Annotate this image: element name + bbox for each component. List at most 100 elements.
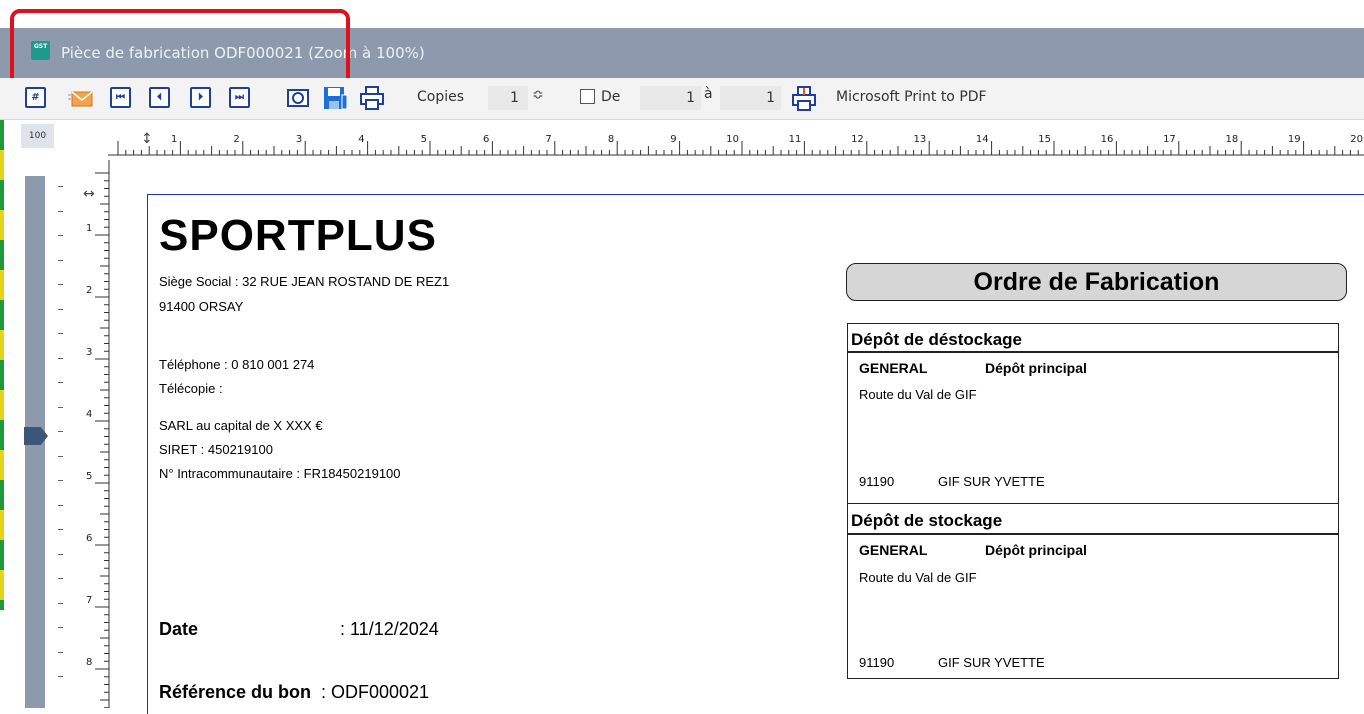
ruler-label-6: 6: [86, 533, 92, 544]
ruler-label-10: 10: [726, 134, 739, 145]
from-input[interactable]: 1: [640, 86, 701, 110]
ruler-label-1: 1: [86, 223, 92, 234]
copies-spinner-icon[interactable]: ≎: [532, 87, 544, 103]
company-name: SPORTPLUS: [159, 211, 437, 260]
from-label: De: [601, 89, 621, 105]
slider-scale-tick: [58, 676, 63, 677]
siret-line: SIRET : 450219100: [159, 442, 273, 457]
vat-line: N° Intracommunautaire : FR18450219100: [159, 466, 401, 481]
printer-settings-icon[interactable]: [791, 86, 817, 112]
to-input[interactable]: 1: [720, 86, 781, 110]
ruler-label-11: 11: [789, 134, 802, 145]
ruler-label-8: 8: [608, 134, 614, 145]
date-value: : 11/12/2024: [340, 619, 439, 639]
slider-scale-tick: [58, 235, 63, 236]
ruler-label-15: 15: [1038, 134, 1051, 145]
ruler-label-20: 20: [1350, 134, 1363, 145]
printer-select[interactable]: Microsoft Print to PDF: [836, 89, 987, 105]
slider-scale-tick: [58, 308, 63, 310]
grid-icon[interactable]: #: [25, 87, 46, 108]
ruler-label-13: 13: [913, 134, 926, 145]
reference-value: : ODF000021: [321, 682, 430, 702]
stock-divider: [847, 533, 1339, 535]
ruler-label-4: 4: [358, 134, 364, 145]
slider-scale-tick: [58, 553, 63, 555]
slider-scale-tick: [58, 627, 63, 628]
ruler-label-1: 1: [171, 134, 177, 145]
ruler-label-7: 7: [545, 134, 551, 145]
stock-street: Route du Val de GIF: [859, 570, 977, 585]
ruler-label-7: 7: [86, 595, 92, 606]
previous-page-icon[interactable]: ⏴: [149, 87, 170, 108]
capital-line: SARL au capital de X XXX €: [159, 418, 323, 433]
range-checkbox[interactable]: [580, 89, 595, 104]
ruler-label-5: 5: [86, 471, 92, 482]
ruler-label-16: 16: [1101, 134, 1114, 145]
ruler-label-5: 5: [421, 134, 427, 145]
ruler-label-2: 2: [86, 285, 92, 296]
fax-line: Télécopie :: [159, 381, 223, 396]
reference-label: Référence du bon: [159, 682, 312, 702]
stock-title: Dépôt de stockage: [851, 511, 1003, 530]
email-icon[interactable]: [68, 89, 94, 108]
city-line: 91400 ORSAY: [159, 299, 244, 314]
slider-scale-tick: [58, 284, 63, 285]
slider-scale-tick: [58, 357, 63, 359]
vertical-ruler: 123456789: [86, 160, 110, 708]
zoom-level[interactable]: 100: [21, 124, 54, 148]
stock-city: GIF SUR YVETTE: [938, 655, 1045, 670]
print-icon[interactable]: [360, 86, 384, 110]
ruler-label-2: 2: [233, 134, 239, 145]
slider-scale-tick: [58, 602, 63, 604]
slider-scale-tick: [58, 504, 63, 506]
destock-code: GENERAL: [859, 360, 928, 376]
slider-scale-tick: [58, 333, 63, 334]
ruler-label-4: 4: [86, 409, 92, 420]
slider-scale-tick: [58, 259, 63, 261]
ruler-label-6: 6: [483, 134, 489, 145]
copies-label: Copies: [417, 89, 465, 105]
ruler-label-3: 3: [86, 347, 92, 358]
stock-zip: 91190: [859, 655, 895, 670]
copies-input[interactable]: 1: [488, 86, 528, 110]
margin-marker-icon[interactable]: ↕: [141, 131, 153, 147]
address-line: Siège Social : 32 RUE JEAN ROSTAND DE RE…: [159, 274, 450, 289]
slider-scale-tick: [58, 578, 63, 579]
ruler-label-18: 18: [1225, 134, 1238, 145]
slider-scale-tick: [58, 529, 63, 530]
stock-name: Dépôt principal: [985, 542, 1087, 558]
destock-title: Dépôt de déstockage: [851, 330, 1022, 349]
stock-code: GENERAL: [859, 542, 928, 558]
ruler-label-14: 14: [976, 134, 989, 145]
to-label: à: [704, 86, 713, 102]
first-page-icon[interactable]: ⏮: [110, 87, 131, 108]
window-edge: [0, 120, 4, 610]
ruler-label-8: 8: [86, 657, 92, 668]
preview-icon[interactable]: [287, 87, 309, 109]
order-title: Ordre de Fabrication: [846, 263, 1347, 301]
next-page-icon[interactable]: ⏵: [190, 87, 211, 108]
slider-scale-tick: [58, 210, 63, 212]
destock-divider: [847, 351, 1339, 353]
slider-scale-tick: [58, 651, 63, 653]
slider-scale-tick: [58, 382, 63, 383]
destock-street: Route du Val de GIF: [859, 387, 977, 402]
date-label: Date: [159, 619, 199, 639]
ruler-label-17: 17: [1163, 134, 1176, 145]
ruler-label-12: 12: [851, 134, 864, 145]
last-page-icon[interactable]: ⏭: [229, 87, 250, 108]
slider-scale-tick: [58, 406, 63, 408]
ruler-label-19: 19: [1288, 134, 1301, 145]
slider-scale-tick: [58, 455, 63, 457]
ruler-label-9: 9: [670, 134, 676, 145]
slider-scale-tick: [58, 480, 63, 481]
highlight-annotation: [10, 9, 350, 89]
ruler-label-3: 3: [296, 134, 302, 145]
margin-resize-icon[interactable]: ↔: [83, 186, 95, 202]
save-icon[interactable]: [322, 85, 348, 111]
destock-zip: 91190: [859, 474, 895, 489]
destock-city: GIF SUR YVETTE: [938, 474, 1045, 489]
horizontal-ruler: 1 2 3 4 5 6 7 8 9 10 11 12 13 14 15 16 17 18 19 20: [108, 134, 1364, 156]
slider-scale-tick: [58, 431, 63, 432]
slider-scale-tick: [58, 186, 63, 187]
